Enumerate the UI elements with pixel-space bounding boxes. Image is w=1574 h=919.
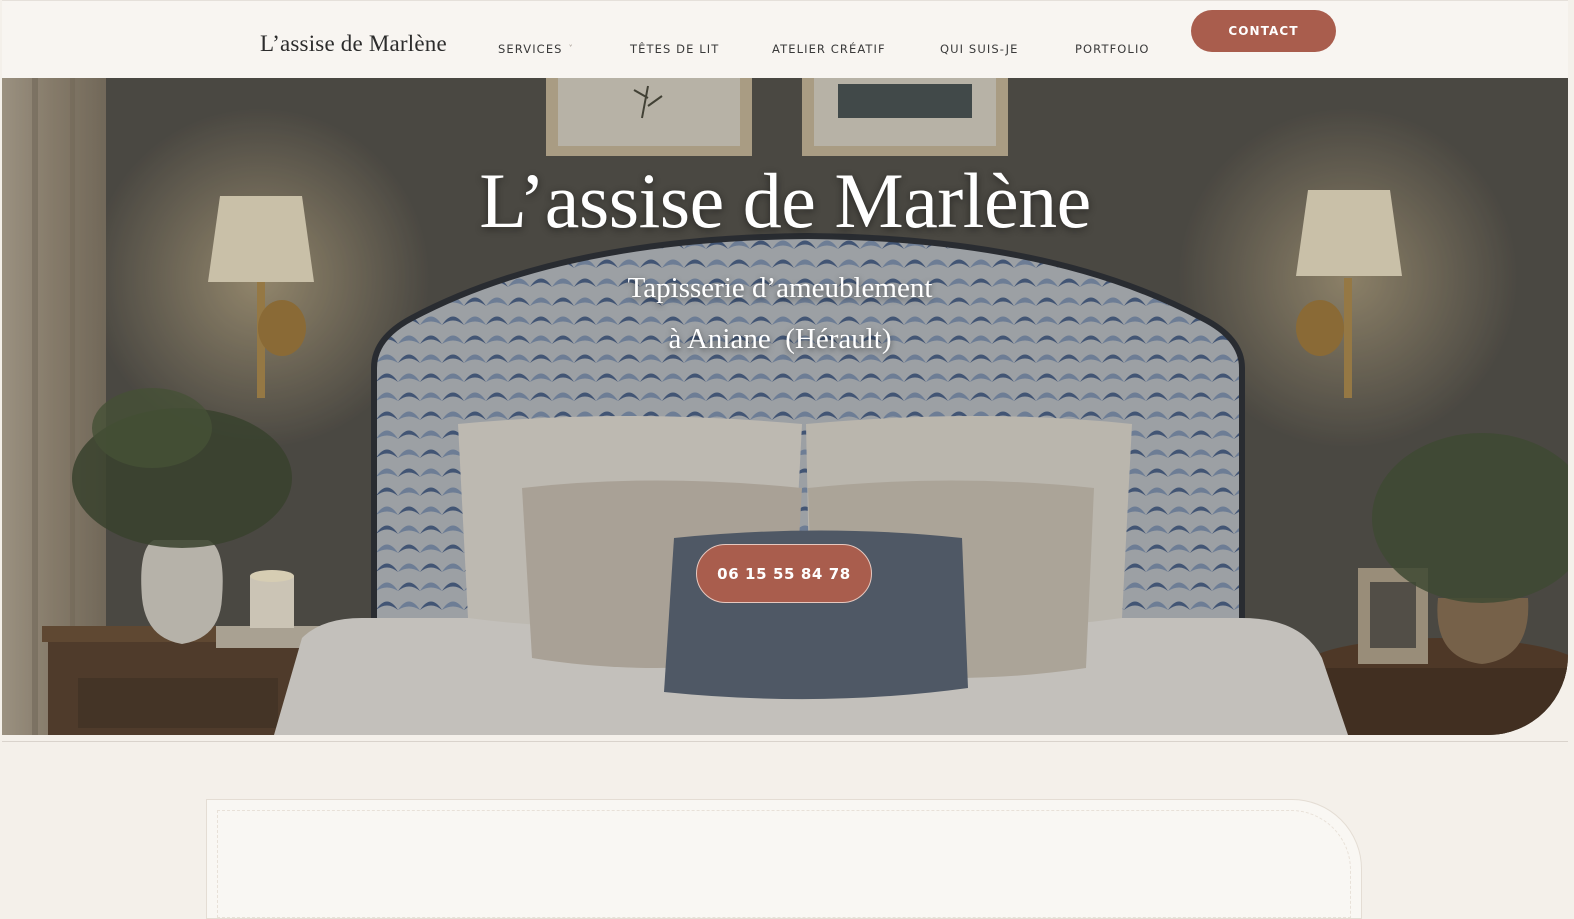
hero-subtitle-line1: Tapisserie d’ameublement: [627, 272, 933, 304]
nav-item-services[interactable]: SERVICES ˅: [498, 42, 574, 56]
hero-subtitle-line2: à Aniane (Hérault): [668, 323, 892, 355]
hero-title: L’assise de Marlène: [479, 157, 1091, 244]
site-header: L’assise de Marlène SERVICES ˅ TÊTES DE L…: [2, 0, 1568, 78]
intro-card: [206, 799, 1362, 919]
contact-button[interactable]: CONTACT: [1191, 10, 1336, 52]
nav-item-qui-suis-je[interactable]: QUI SUIS-JE: [940, 42, 1018, 56]
chevron-down-icon: ˅: [568, 44, 574, 53]
nav-item-tetes-de-lit[interactable]: TÊTES DE LIT: [630, 42, 719, 56]
phone-button[interactable]: 06 15 55 84 78: [696, 544, 872, 603]
nav-item-label: SERVICES: [498, 42, 563, 56]
hero-section: L’assise de Marlène Tapisserie d’ameuble…: [2, 78, 1568, 735]
section-divider: [2, 741, 1568, 742]
nav-item-atelier-creatif[interactable]: ATELIER CRÉATIF: [772, 42, 886, 56]
site-logo[interactable]: L’assise de Marlène: [260, 31, 447, 57]
nav-item-portfolio[interactable]: PORTFOLIO: [1075, 42, 1150, 56]
intro-card-inner-border: [217, 810, 1351, 918]
